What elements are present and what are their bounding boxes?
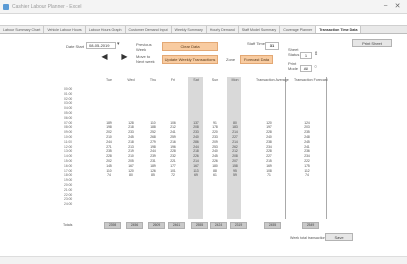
footer-note: Week total transactions <box>290 236 328 240</box>
mode-label: Mode <box>288 65 299 71</box>
total-cell: 2461 <box>168 222 185 229</box>
status-label: Status <box>288 51 300 57</box>
total-cell: 2398 <box>104 222 121 229</box>
sheet-tab-bar: Labour Summary Chart Vehicle Labour Hours… <box>0 25 407 34</box>
sheet-tab[interactable]: Labour Summary Chart <box>0 26 45 33</box>
hint-next-week: Next week <box>136 59 155 64</box>
table-cell[interactable]: 74 <box>100 173 118 178</box>
table-cell[interactable]: 71 <box>260 173 278 178</box>
date-start-field[interactable]: 08-05-2019 <box>86 42 116 49</box>
time-label: 24:00 <box>64 202 73 207</box>
column-header: Mon <box>231 78 239 82</box>
previous-week-button[interactable]: ◀ <box>100 52 109 61</box>
minimize-button[interactable]: − <box>381 2 390 11</box>
clear-data-button[interactable]: Clear Data <box>162 42 218 51</box>
title-bar: Cashier Labour Planner - Excel − ✕ <box>0 0 407 14</box>
table-cell[interactable]: 69 <box>187 173 205 178</box>
table-cell[interactable]: 59 <box>226 173 244 178</box>
print-mode-label: Print Mode <box>288 61 299 71</box>
next-week-hint: Move to Next week <box>136 54 155 64</box>
sheet-tab[interactable]: Staff Model Summary <box>238 26 281 33</box>
hint-week: Week <box>136 47 147 52</box>
print-mode-field[interactable]: All <box>300 65 312 72</box>
sheet-tab[interactable]: Labour Hours Graph <box>85 26 126 33</box>
totals-label: Totals <box>63 223 73 227</box>
sheet-tab[interactable]: Customer Demand Input <box>125 26 172 33</box>
column-divider <box>326 77 327 219</box>
excel-app-icon <box>3 4 9 10</box>
sheet-tab[interactable]: Weekly Summary <box>171 26 207 33</box>
table-cell[interactable]: 80 <box>122 173 140 178</box>
status-bar <box>0 256 407 264</box>
sheet-status-label: Sheet Status <box>288 47 300 57</box>
total-cell: 2549 <box>302 222 319 229</box>
table-cell[interactable]: 72 <box>164 173 182 178</box>
spinner-icon[interactable]: ⇕ <box>314 51 318 57</box>
dropdown-arrow-icon[interactable]: ▾ <box>117 41 120 47</box>
date-start-label: Date Start <box>66 44 85 49</box>
total-cell: 2319 <box>230 222 247 229</box>
radio-icon[interactable]: ○ <box>314 64 317 70</box>
update-transactions-button[interactable]: Update Weekly Transactions <box>162 55 218 64</box>
next-week-button[interactable]: ▶ <box>120 52 129 61</box>
table-cell[interactable]: 61 <box>206 173 224 178</box>
total-cell: 2555 <box>191 222 208 229</box>
total-cell: 2456 <box>126 222 143 229</box>
staff-time-label: Staff Time <box>247 41 265 46</box>
previous-week-hint: Previous Week <box>136 42 152 52</box>
table-cell[interactable]: 85 <box>144 173 162 178</box>
print-sheet-button[interactable]: Print Sheet <box>352 39 392 47</box>
sheet-tab[interactable]: Vehicle Labour Hours <box>44 26 86 33</box>
sheet-tab[interactable]: Hourly Demand <box>206 26 239 33</box>
transaction-table: Tue Wed Thu Fri Sat Sun Mon Transaction Average… <box>64 77 328 219</box>
forecast-data-button[interactable]: Forecast Data <box>240 55 273 64</box>
save-button[interactable]: Save <box>325 233 353 241</box>
total-cell: 2424 <box>210 222 227 229</box>
column-divider <box>285 77 286 219</box>
window-title: Cashier Labour Planner - Excel <box>12 4 82 10</box>
column-header: Transaction Forecast <box>294 78 328 82</box>
total-cell: 2609 <box>148 222 165 229</box>
sheet-tab[interactable]: Coverage Planner <box>280 26 317 33</box>
table-cell[interactable]: 74 <box>298 173 316 178</box>
close-button[interactable]: ✕ <box>393 2 402 11</box>
sheet-tab[interactable]: Transaction Time Data <box>316 26 362 33</box>
column-header: Transaction Average <box>256 78 289 82</box>
sheet-status-field[interactable]: 1 <box>300 52 312 59</box>
total-cell: 2455 <box>264 222 281 229</box>
zone-label: Zone <box>226 57 236 62</box>
staff-time-field[interactable]: 31 <box>265 42 279 50</box>
